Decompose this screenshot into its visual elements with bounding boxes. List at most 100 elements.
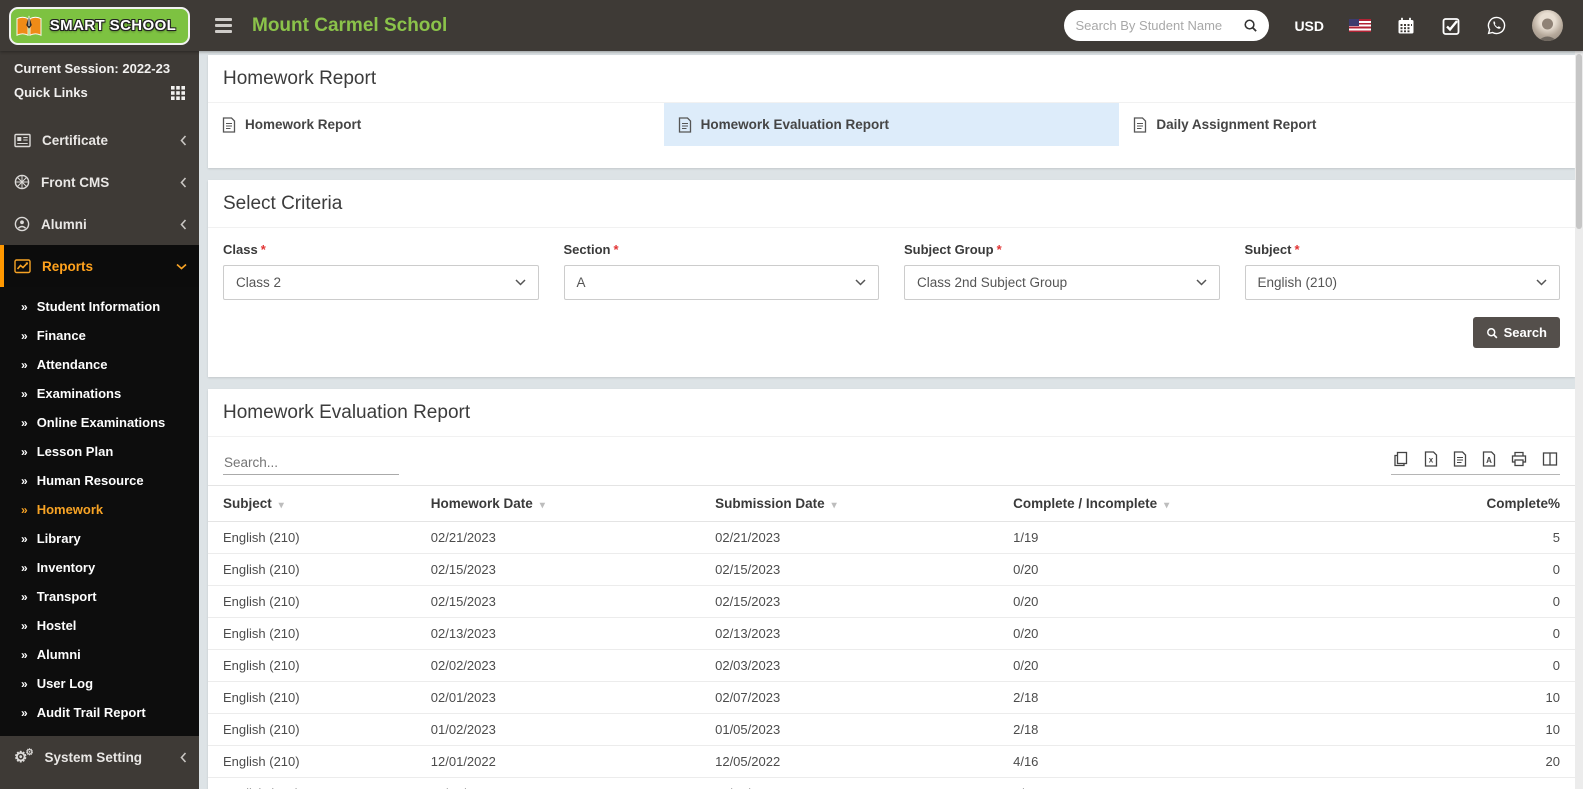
submission-date-cell: 01/05/2023 [700,713,999,746]
table-search-input[interactable] [223,451,399,475]
scrollbar-thumb[interactable] [1576,54,1582,229]
sidebar-item-system-setting[interactable]: ⚙ ⚙ System Setting [0,736,199,778]
submenu-item-label: Transport [36,589,97,604]
calendar-icon[interactable] [1396,16,1416,36]
submenu-item[interactable]: » Inventory [0,553,199,582]
columns-icon[interactable] [1542,451,1558,467]
chevron-left-icon [180,751,187,763]
reports-submenu: » Student Information » Finance » Attend… [0,287,199,736]
complete-incomplete-cell: 4/16 [998,745,1346,778]
column-header[interactable]: Subject ▾ [208,485,416,522]
table-row: English (210) 02/13/2023 02/13/2023 0/20… [208,617,1575,650]
submenu-item-label: Examinations [36,386,122,401]
complete-incomplete-cell: 1/19 [998,521,1346,554]
svg-text:x: x [1429,456,1434,465]
sidebar-item-front-cms[interactable]: Front CMS [0,161,199,203]
submenu-item[interactable]: » Audit Trail Report [0,698,199,727]
column-header[interactable]: Homework Date ▾ [415,485,701,522]
submenu-item[interactable]: » Finance [0,321,199,350]
tab-daily-assignment-report[interactable]: Daily Assignment Report [1119,103,1575,146]
submenu-item[interactable]: » User Log [0,669,199,698]
section-label: Section [563,242,611,257]
submenu-item[interactable]: » Transport [0,582,199,611]
submenu-item[interactable]: » Homework [0,495,199,524]
us-flag-icon[interactable] [1349,19,1371,32]
column-header[interactable]: Complete%▾ [1345,485,1575,522]
task-check-icon[interactable] [1441,16,1461,36]
submenu-item[interactable]: » Student Information [0,292,199,321]
tab-homework-evaluation-report[interactable]: Homework Evaluation Report [663,103,1120,146]
complete-percent-cell: 10 [1345,681,1575,714]
subject-label: Subject [1244,242,1292,257]
menu-toggle-button[interactable] [215,18,232,33]
table-row: English (210) 02/15/2023 02/15/2023 0/20… [208,585,1575,618]
submenu-item[interactable]: » Attendance [0,350,199,379]
sort-icon: ▾ [831,500,837,511]
page-scrollbar[interactable] [1575,51,1583,789]
subject-group-select[interactable]: Class 2nd Subject Group [904,265,1220,300]
complete-percent-cell: 0 [1345,553,1575,586]
double-angle-icon: » [21,618,28,633]
tab-label: Daily Assignment Report [1156,117,1317,132]
submenu-item[interactable]: » Library [0,524,199,553]
submenu-item[interactable]: » Examinations [0,379,199,408]
submenu-item[interactable]: » Human Resource [0,466,199,495]
double-angle-icon: » [21,328,28,343]
homework-date-cell: 11/20/2022 [415,777,701,789]
class-select[interactable]: Class 2 [223,265,539,300]
subject-cell: English (210) [208,585,416,618]
sidebar-item-certificate[interactable]: Certificate [0,119,199,161]
column-header[interactable]: Complete / Incomplete ▾ [998,485,1346,522]
double-angle-icon: » [21,386,28,401]
sort-icon: ▾ [278,500,284,511]
homework-date-cell: 02/15/2023 [415,585,701,618]
tab-homework-report[interactable]: Homework Report [208,103,664,146]
file-text-icon [678,116,692,133]
school-name: Mount Carmel School [252,14,448,36]
required-asterisk: * [996,242,1002,257]
subject-group-select-value: Class 2nd Subject Group [917,275,1068,290]
submenu-item-label: Online Examinations [36,415,166,430]
column-header[interactable]: Submission Date ▾ [700,485,999,522]
search-icon[interactable] [1243,18,1258,33]
student-search-input[interactable] [1075,18,1240,33]
whatsapp-icon[interactable] [1486,15,1507,36]
quick-links[interactable]: Quick Links [0,78,199,106]
subject-select[interactable]: English (210) [1244,265,1560,300]
complete-incomplete-cell: 2/18 [998,713,1346,746]
submenu-item[interactable]: » Hostel [0,611,199,640]
homework-date-cell: 02/01/2023 [415,681,701,714]
currency-label[interactable]: USD [1294,18,1324,34]
submission-date-cell: 02/21/2023 [700,521,999,554]
grid-icon [171,85,185,100]
submenu-item[interactable]: » Alumni [0,640,199,669]
csv-icon[interactable] [1453,451,1467,467]
gears-icon: ⚙ ⚙ [14,746,34,766]
submenu-item[interactable]: » Online Examinations [0,408,199,437]
submission-date-cell: 12/05/2022 [700,745,999,778]
search-button[interactable]: Search [1472,317,1560,348]
complete-incomplete-cell: 0/20 [998,585,1346,618]
sidebar-item-reports[interactable]: Reports [0,245,199,287]
avatar[interactable] [1532,10,1563,41]
table-row: English (210) 11/20/2022 11/23/2022 0/20… [208,777,1575,789]
complete-incomplete-cell: 2/18 [998,681,1346,714]
section-field: Section * A [563,242,879,300]
print-icon[interactable] [1511,451,1527,467]
student-search [1064,10,1270,41]
subject-cell: English (210) [208,777,416,789]
excel-icon[interactable]: x [1424,451,1438,467]
evaluation-report-table: Subject ▾ Homework Date ▾ Submission Date ▾… [208,485,1575,789]
submenu-item-label: User Log [36,676,94,691]
copy-icon[interactable] [1393,451,1409,467]
app-logo[interactable]: SMART SCHOOL [0,0,199,51]
sidebar-item-alumni[interactable]: Alumni [0,203,199,245]
double-angle-icon: » [21,473,28,488]
class-select-value: Class 2 [236,275,282,290]
pdf-icon[interactable]: A [1482,451,1496,467]
select-criteria-card: Select Criteria Class * Class 2 Section * … [208,180,1575,377]
submission-date-cell: 02/15/2023 [700,553,999,586]
section-select[interactable]: A [563,265,879,300]
sidebar-item-hostel[interactable]: Hostel [0,106,199,119]
submenu-item[interactable]: » Lesson Plan [0,437,199,466]
